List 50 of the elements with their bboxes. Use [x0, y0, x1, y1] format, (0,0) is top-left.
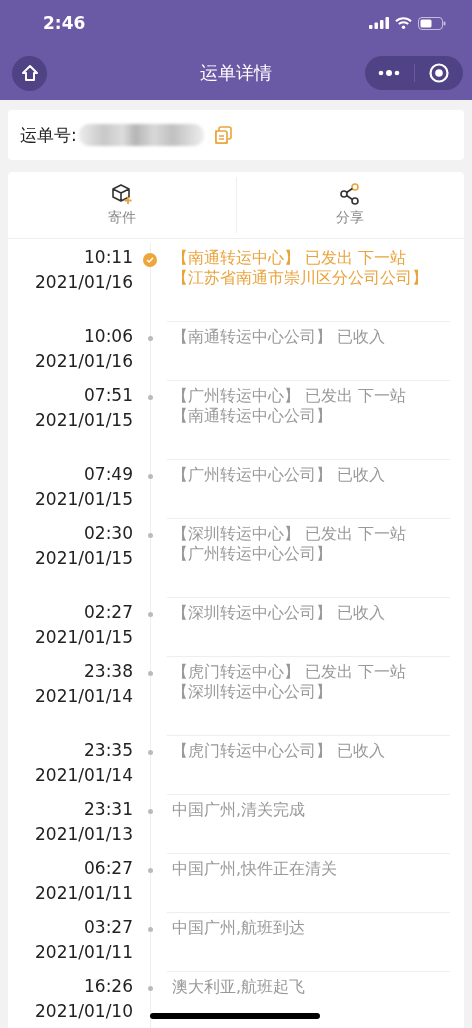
event-date: 2021/01/14: [34, 686, 133, 706]
event-date: 2021/01/14: [34, 765, 133, 785]
event-time: 23:38: [83, 660, 133, 683]
event-description: 【南通转运中心公司】 已收入: [172, 327, 387, 347]
event-description: 【南通转运中心】 已发出 下一站 【江苏省南通市崇川区分公司公司】: [172, 248, 429, 288]
event-date: 2021/01/15: [34, 489, 133, 509]
event-time: 23:31: [83, 798, 133, 821]
event-time: 03:27: [83, 916, 133, 939]
box-icon: [110, 183, 133, 205]
event-date: 2021/01/15: [34, 410, 133, 430]
action-button[interactable]: 寄件: [8, 177, 236, 233]
event-description: 中国广州,清关完成: [172, 800, 307, 820]
event-time: 07:51: [83, 384, 133, 407]
event-description: 【深圳转运中心】 已发出 下一站 【广州转运中心公司】: [172, 524, 408, 564]
more-icon: [378, 70, 401, 76]
event-description: 澳大利亚,航班起飞: [172, 977, 307, 997]
home-button[interactable]: [12, 55, 47, 91]
clock-time: 2:46: [43, 13, 86, 33]
event-date: 2021/01/13: [34, 824, 133, 844]
event-description: 【广州转运中心公司】 已收入: [172, 465, 387, 485]
event-description: 【虎门转运中心公司】 已收入: [172, 741, 387, 761]
event-date: 2021/01/11: [34, 942, 133, 962]
event-description: 【广州转运中心】 已发出 下一站 【南通转运中心公司】: [172, 386, 408, 426]
battery-icon: [418, 16, 446, 30]
target-icon: [428, 63, 449, 83]
event-time: 06:27: [83, 857, 133, 880]
home-icon: [20, 64, 39, 82]
event-date: 2021/01/10: [34, 1001, 133, 1021]
event-description: 中国广州,快件正在清关: [172, 859, 339, 879]
event-date: 2021/01/15: [34, 627, 133, 647]
wifi-icon: [395, 17, 412, 29]
waybill-label: 运单号:: [20, 123, 77, 147]
event-description: 【深圳转运中心公司】 已收入: [172, 603, 387, 623]
signal-icon: [369, 17, 389, 29]
event-date: 2021/01/16: [34, 272, 133, 292]
share-icon: [339, 183, 362, 205]
event-time: 16:26: [83, 975, 133, 998]
event-description: 中国广州,航班到达: [172, 918, 307, 938]
event-date: 2021/01/11: [34, 883, 133, 903]
event-date: 2021/01/16: [34, 351, 133, 371]
event-date: 2021/01/15: [34, 548, 133, 568]
event-time: 10:11: [83, 246, 133, 269]
event-time: 10:06: [83, 325, 133, 348]
event-time: 07:49: [83, 463, 133, 486]
event-time: 02:27: [83, 601, 133, 624]
event-time: 23:35: [83, 739, 133, 762]
event-description: 【虎门转运中心】 已发出 下一站 【深圳转运中心公司】: [172, 662, 408, 702]
page-title: 运单详情: [200, 61, 272, 85]
action-button[interactable]: 分享: [236, 177, 464, 233]
event-time: 02:30: [83, 522, 133, 545]
